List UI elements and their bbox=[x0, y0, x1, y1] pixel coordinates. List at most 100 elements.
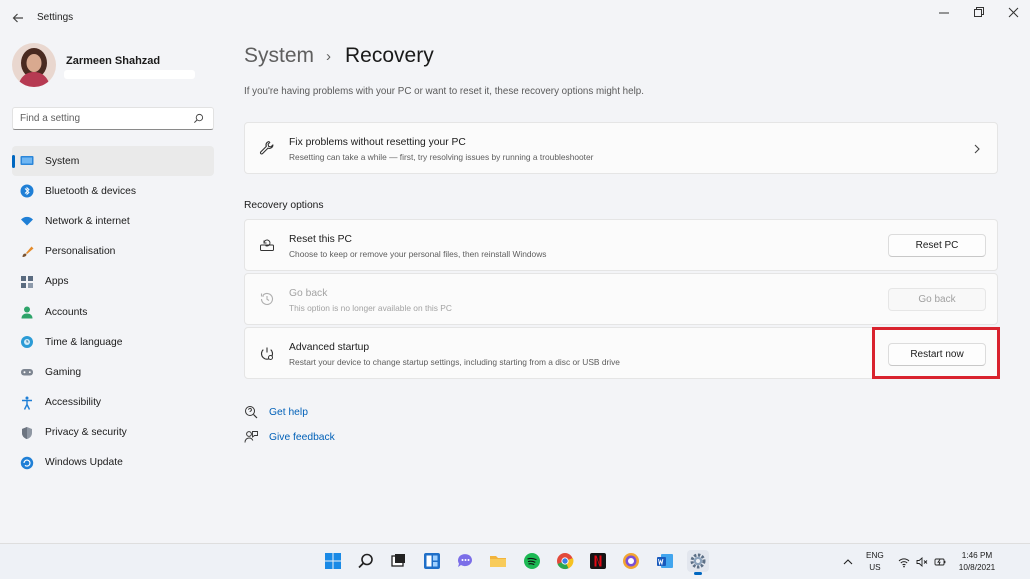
brush-icon bbox=[22, 246, 34, 257]
sidebar-item-label: Accounts bbox=[45, 306, 88, 318]
sidebar-item-apps[interactable]: Apps bbox=[12, 267, 214, 297]
breadcrumb: System › Recovery bbox=[244, 44, 434, 68]
browser-button[interactable] bbox=[620, 550, 642, 572]
get-help-link[interactable]: Get help bbox=[269, 407, 308, 418]
fix-problems-card[interactable]: Fix problems without resetting your PC R… bbox=[244, 122, 998, 174]
fix-problems-title: Fix problems without resetting your PC bbox=[289, 137, 466, 148]
minimize-icon[interactable] bbox=[934, 5, 954, 21]
sidebar-item-bluetooth[interactable]: Bluetooth & devices bbox=[12, 176, 214, 206]
go-back-card: Go back This option is no longer availab… bbox=[244, 273, 998, 325]
advanced-startup-icon bbox=[261, 347, 273, 360]
chrome-icon bbox=[557, 553, 574, 570]
task-view-icon bbox=[391, 554, 405, 567]
sidebar-nav: System Bluetooth & devices Network & int… bbox=[12, 146, 214, 478]
search-icon bbox=[358, 553, 373, 569]
sidebar-item-label: Bluetooth & devices bbox=[45, 185, 137, 197]
sidebar-item-privacy[interactable]: Privacy & security bbox=[12, 418, 214, 448]
user-name: Zarmeen Shahzad bbox=[66, 55, 161, 67]
title-bar: Settings bbox=[0, 0, 1030, 36]
settings-window: Settings Zarmeen Shahzad System Bluetoot… bbox=[0, 0, 1030, 543]
netflix-icon bbox=[590, 553, 606, 569]
taskbar: ENG US 1:46 PM 10/8/2021 bbox=[0, 543, 1030, 579]
update-icon bbox=[20, 456, 34, 470]
sidebar-item-time-language[interactable]: Time & language bbox=[12, 327, 214, 357]
avatar-image bbox=[12, 43, 56, 87]
sidebar-item-label: System bbox=[45, 155, 80, 167]
battery-charging-icon[interactable] bbox=[934, 556, 946, 568]
language-code: ENG bbox=[866, 551, 884, 560]
wifi-icon[interactable] bbox=[898, 556, 910, 568]
give-feedback-link[interactable]: Give feedback bbox=[269, 432, 335, 443]
task-view-button[interactable] bbox=[387, 550, 409, 572]
apps-icon bbox=[21, 275, 33, 288]
give-feedback-row[interactable]: Give feedback bbox=[244, 430, 335, 444]
person-icon bbox=[21, 306, 33, 319]
close-icon[interactable] bbox=[1004, 5, 1024, 21]
go-back-description: This option is no longer available on th… bbox=[289, 303, 452, 313]
file-explorer-button[interactable] bbox=[487, 550, 509, 572]
sidebar-item-label: Accessibility bbox=[45, 397, 102, 409]
sidebar-item-gaming[interactable]: Gaming bbox=[12, 357, 214, 387]
taskbar-search[interactable] bbox=[355, 550, 377, 572]
shield-icon bbox=[22, 426, 32, 439]
sidebar-item-accounts[interactable]: Accounts bbox=[12, 297, 214, 327]
netflix-button[interactable] bbox=[587, 550, 609, 572]
bluetooth-icon bbox=[20, 184, 34, 198]
advanced-startup-description: Restart your device to change startup se… bbox=[289, 357, 620, 367]
language-region: US bbox=[869, 563, 881, 572]
get-help-row[interactable]: Get help bbox=[244, 405, 308, 419]
user-email-redacted bbox=[64, 70, 195, 79]
recovery-options-heading: Recovery options bbox=[244, 200, 324, 211]
language-indicator[interactable]: ENG US bbox=[866, 550, 884, 579]
chevron-up-icon[interactable] bbox=[842, 556, 854, 568]
speaker-muted-icon[interactable] bbox=[916, 556, 928, 568]
spotify-button[interactable] bbox=[521, 550, 543, 572]
clock-date: 10/8/2021 bbox=[958, 563, 996, 572]
sidebar-item-label: Time & language bbox=[45, 336, 123, 348]
spotify-icon bbox=[524, 553, 540, 569]
globe-clock-icon bbox=[21, 336, 33, 349]
sidebar-item-label: Network & internet bbox=[45, 215, 130, 227]
page-subtitle: If you're having problems with your PC o… bbox=[244, 86, 644, 97]
wifi-icon bbox=[21, 217, 33, 226]
clock[interactable]: 1:46 PM 10/8/2021 bbox=[956, 550, 998, 574]
widgets-button[interactable] bbox=[421, 550, 443, 572]
help-icon bbox=[245, 406, 258, 419]
restore-icon[interactable] bbox=[968, 5, 988, 21]
back-arrow-icon[interactable] bbox=[10, 10, 26, 26]
breadcrumb-parent[interactable]: System bbox=[244, 44, 314, 68]
search-box[interactable] bbox=[12, 107, 214, 130]
word-icon bbox=[657, 554, 673, 568]
sidebar-item-windows-update[interactable]: Windows Update bbox=[12, 448, 214, 478]
search-icon[interactable] bbox=[193, 113, 204, 124]
sidebar-item-label: Personalisation bbox=[45, 246, 116, 258]
reset-pc-button[interactable]: Reset PC bbox=[888, 234, 986, 257]
highlight-annotation bbox=[872, 327, 1000, 379]
gear-icon bbox=[690, 553, 706, 569]
reset-pc-title: Reset this PC bbox=[289, 234, 352, 245]
chevron-right-icon bbox=[974, 144, 980, 154]
go-back-button: Go back bbox=[888, 288, 986, 311]
sidebar-item-accessibility[interactable]: Accessibility bbox=[12, 388, 214, 418]
sidebar-item-label: Gaming bbox=[45, 366, 82, 378]
monitor-icon bbox=[20, 156, 34, 166]
window-title: Settings bbox=[37, 12, 74, 23]
history-icon bbox=[260, 292, 274, 305]
avatar[interactable] bbox=[12, 43, 56, 87]
reset-pc-icon bbox=[260, 239, 274, 251]
folder-icon bbox=[490, 556, 506, 567]
word-button[interactable] bbox=[654, 550, 676, 572]
chat-button[interactable] bbox=[454, 550, 476, 572]
accessibility-icon bbox=[22, 396, 32, 410]
start-button[interactable] bbox=[322, 550, 344, 572]
browser-icon bbox=[623, 553, 639, 569]
sidebar-item-system[interactable]: System bbox=[12, 146, 214, 177]
sidebar-item-network[interactable]: Network & internet bbox=[12, 206, 214, 236]
search-input[interactable] bbox=[20, 113, 190, 124]
widgets-icon bbox=[424, 553, 440, 569]
chrome-button[interactable] bbox=[554, 550, 576, 572]
sidebar-item-personalisation[interactable]: Personalisation bbox=[12, 237, 214, 267]
settings-taskbar-button[interactable] bbox=[687, 550, 709, 575]
go-back-title: Go back bbox=[289, 288, 328, 299]
sidebar-item-label: Apps bbox=[45, 276, 69, 288]
